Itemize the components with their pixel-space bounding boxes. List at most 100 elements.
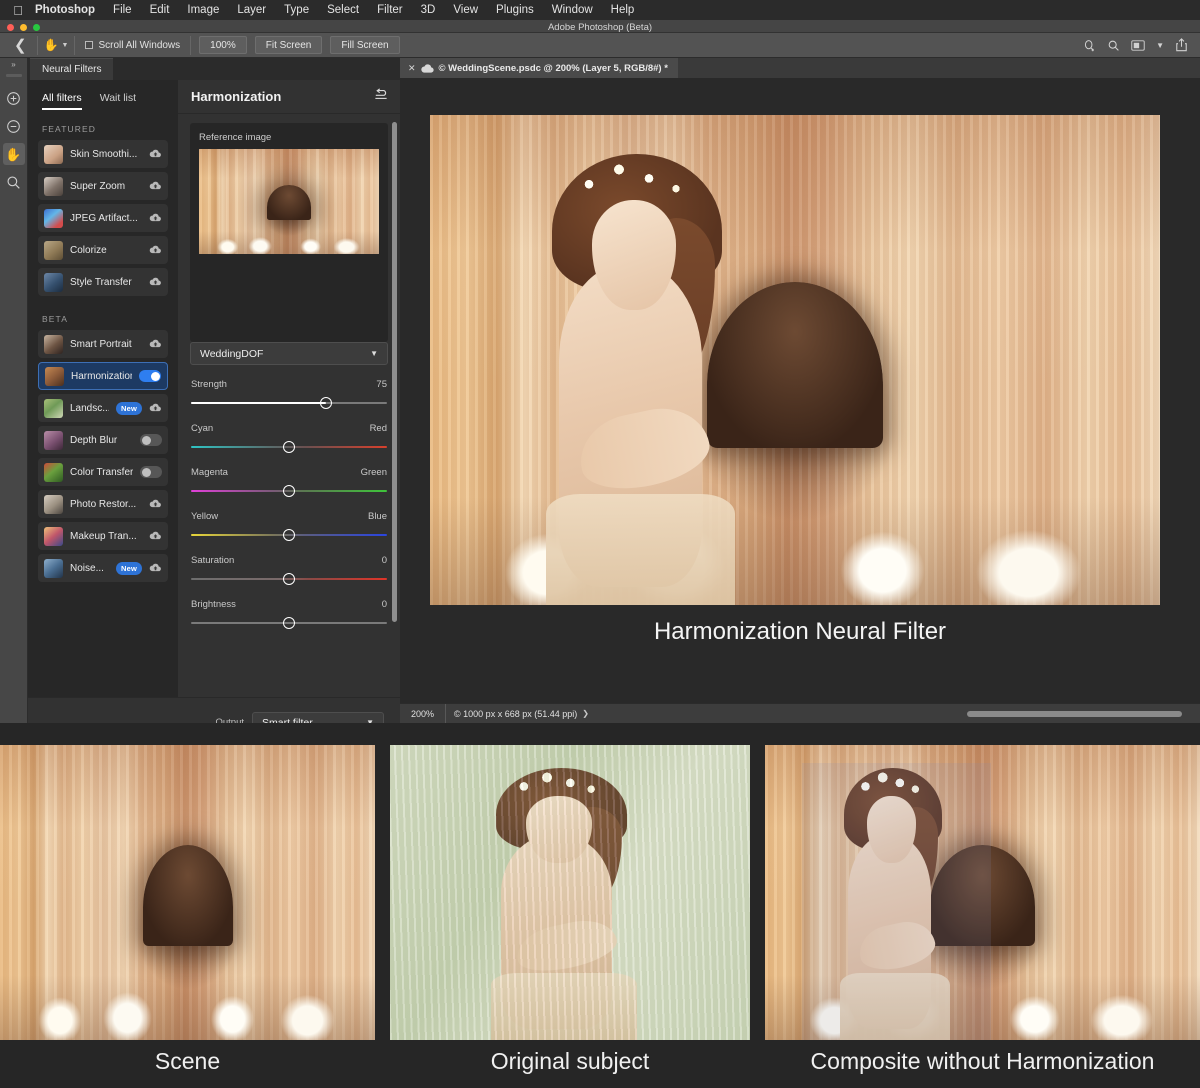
scroll-all-windows-checkbox[interactable]: Scroll All Windows [75, 36, 191, 55]
menu-item-plugins[interactable]: Plugins [487, 0, 543, 20]
cloud-download-icon[interactable] [149, 530, 162, 543]
tab-all-filters[interactable]: All filters [42, 92, 82, 110]
close-icon[interactable]: ✕ [408, 63, 416, 74]
menu-item-filter[interactable]: Filter [368, 0, 412, 20]
filter-thumbnail-icon [44, 209, 63, 228]
cloud-download-icon[interactable] [149, 402, 162, 415]
filter-row-depth-blur[interactable]: Depth Blur [38, 426, 168, 454]
slider-thumb-brightness[interactable] [283, 617, 295, 629]
cloud-download-icon[interactable] [149, 244, 162, 257]
slider-thumb-magenta-green[interactable] [283, 485, 295, 497]
filter-label: Smart Portrait [70, 339, 142, 350]
cloud-download-icon[interactable] [149, 498, 162, 511]
menu-item-help[interactable]: Help [602, 0, 644, 20]
menu-item-3d[interactable]: 3D [412, 0, 445, 20]
zoom-100-button[interactable]: 100% [199, 36, 247, 54]
filter-toggle-color-transfer[interactable] [140, 466, 162, 478]
horizontal-scrollbar[interactable] [967, 711, 1182, 717]
fit-screen-button[interactable]: Fit Screen [255, 36, 323, 54]
canvas-viewport[interactable]: Harmonization Neural Filter [400, 78, 1200, 703]
filter-row-smart-portrait[interactable]: Smart Portrait [38, 330, 168, 358]
filter-label: Landsc... [70, 403, 109, 414]
status-zoom-level[interactable]: 200% [400, 704, 446, 724]
back-chevron-icon[interactable]: ❮ [6, 38, 37, 53]
zoom-out-tool[interactable] [3, 115, 25, 137]
reference-image-thumbnail[interactable] [199, 149, 379, 254]
slider-right-label: 0 [382, 599, 387, 610]
menu-item-layer[interactable]: Layer [228, 0, 275, 20]
tab-wait-list[interactable]: Wait list [100, 92, 136, 110]
slider-thumb-saturation[interactable] [283, 573, 295, 585]
filter-settings-pane: Harmonization Reference image [178, 80, 400, 697]
menu-item-view[interactable]: View [444, 0, 487, 20]
magnifier-tool[interactable] [3, 171, 25, 193]
filter-section-title-featured: FEATURED [28, 110, 178, 140]
slider-track-strength[interactable] [191, 397, 387, 409]
settings-scrollbar[interactable] [392, 122, 397, 622]
filter-row-skin-smoothi[interactable]: Skin Smoothi... [38, 140, 168, 168]
slider-thumb-strength[interactable] [320, 397, 332, 409]
cloud-download-icon[interactable] [149, 562, 162, 575]
menu-item-file[interactable]: File [104, 0, 141, 20]
filter-row-jpeg-artifact[interactable]: JPEG Artifact... [38, 204, 168, 232]
filter-row-color-transfer[interactable]: Color Transfer [38, 458, 168, 486]
cloud-download-icon[interactable] [149, 338, 162, 351]
menu-item-select[interactable]: Select [318, 0, 368, 20]
filter-thumbnail-icon [44, 177, 63, 196]
slider-track-brightness[interactable] [191, 617, 387, 629]
workspace-icon[interactable] [1131, 39, 1145, 52]
apple-logo-icon[interactable]:  [10, 4, 26, 17]
filter-row-harmonization[interactable]: Harmonization [38, 362, 168, 390]
menu-item-type[interactable]: Type [275, 0, 318, 20]
fill-screen-button[interactable]: Fill Screen [330, 36, 399, 54]
menu-item-image[interactable]: Image [178, 0, 228, 20]
filter-thumbnail-icon [44, 399, 63, 418]
filter-row-landsc[interactable]: Landsc...New [38, 394, 168, 422]
reference-layer-select[interactable]: WeddingDOF ▼ [190, 342, 388, 365]
filter-row-colorize[interactable]: Colorize [38, 236, 168, 264]
filter-toggle-harmonization[interactable] [139, 370, 161, 382]
slider-left-label: Strength [191, 379, 227, 390]
slider-track-yellow-blue[interactable] [191, 529, 387, 541]
share-icon[interactable] [1175, 38, 1188, 52]
filter-row-photo-restor[interactable]: Photo Restor... [38, 490, 168, 518]
slider-thumb-yellow-blue[interactable] [283, 529, 295, 541]
slider-track-saturation[interactable] [191, 573, 387, 585]
slider-left-label: Saturation [191, 555, 234, 566]
chevron-right-icon[interactable]: ❯ [582, 709, 589, 718]
slider-yellow-blue: YellowBlue [191, 511, 387, 541]
flowers-artwork [199, 231, 379, 254]
filter-row-super-zoom[interactable]: Super Zoom [38, 172, 168, 200]
settings-title: Harmonization [191, 89, 281, 104]
document-tab[interactable]: ✕ © WeddingScene.psdc @ 200% (Layer 5, R… [400, 58, 678, 78]
cloud-download-icon[interactable] [149, 212, 162, 225]
active-tool-picker[interactable]: ✋ ▼ [37, 36, 76, 55]
slider-thumb-cyan-red[interactable] [283, 441, 295, 453]
slider-track-magenta-green[interactable] [191, 485, 387, 497]
cloud-download-icon[interactable] [149, 180, 162, 193]
panel-grip-icon[interactable]: » [11, 60, 15, 70]
filter-row-makeup-tran[interactable]: Makeup Tran... [38, 522, 168, 550]
neural-filters-tab[interactable]: Neural Filters [30, 58, 113, 80]
filter-toggle-depth-blur[interactable] [140, 434, 162, 446]
reset-arrow-icon[interactable] [374, 88, 388, 106]
comparison-image-scene [0, 745, 375, 1040]
cloud-download-icon[interactable] [149, 276, 162, 289]
menu-item-edit[interactable]: Edit [141, 0, 179, 20]
filter-list-tabs: All filters Wait list [28, 80, 178, 110]
filter-thumbnail-icon [45, 367, 64, 386]
hand-tool[interactable]: ✋ [3, 143, 25, 165]
zoom-in-tool[interactable] [3, 87, 25, 109]
settings-scroll-area: Reference image WeddingDOF ▼ Strength75C… [178, 114, 400, 697]
filter-label: Noise... [70, 563, 109, 574]
filter-row-noise[interactable]: Noise...New [38, 554, 168, 582]
menu-item-photoshop[interactable]: Photoshop [26, 0, 104, 20]
filter-row-style-transfer[interactable]: Style Transfer [38, 268, 168, 296]
chevron-down-icon[interactable]: ▼ [1156, 41, 1164, 50]
options-bar: ❮ ✋ ▼ Scroll All Windows 100% Fit Screen… [0, 33, 1200, 58]
lens-flare-icon[interactable] [1083, 39, 1096, 52]
slider-track-cyan-red[interactable] [191, 441, 387, 453]
menu-item-window[interactable]: Window [543, 0, 602, 20]
search-icon[interactable] [1107, 39, 1120, 52]
cloud-download-icon[interactable] [149, 148, 162, 161]
